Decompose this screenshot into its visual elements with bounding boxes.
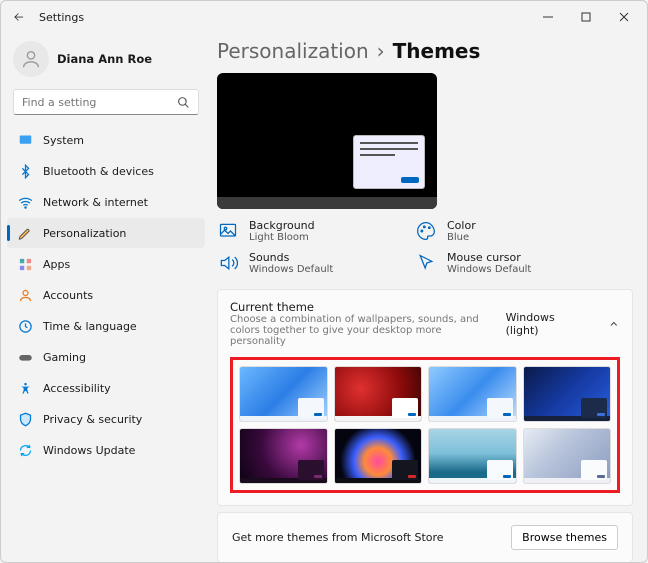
prop-background[interactable]: BackgroundLight Bloom [217, 219, 399, 243]
prop-label: Background [249, 219, 315, 232]
nav-update[interactable]: Windows Update [7, 435, 205, 465]
current-theme-header[interactable]: Current theme Choose a combination of wa… [218, 290, 632, 357]
current-theme-value: Windows (light) [506, 311, 589, 337]
nav-label: System [43, 134, 84, 147]
minimize-button[interactable] [529, 3, 567, 31]
nav-gaming[interactable]: Gaming [7, 342, 205, 372]
maximize-icon [581, 12, 591, 22]
bluetooth-icon [17, 163, 33, 179]
nav-label: Privacy & security [43, 413, 142, 426]
time-icon [17, 318, 33, 334]
minimize-icon [543, 12, 553, 22]
nav: System Bluetooth & devices Network & int… [7, 125, 205, 465]
accounts-icon [17, 287, 33, 303]
system-icon [17, 132, 33, 148]
breadcrumb-current: Themes [393, 39, 481, 63]
nav-label: Network & internet [43, 196, 148, 209]
nav-network[interactable]: Network & internet [7, 187, 205, 217]
nav-label: Apps [43, 258, 70, 271]
settings-window: Settings Diana Ann Roe [0, 0, 648, 563]
prop-value: Blue [447, 232, 476, 243]
prop-value: Windows Default [447, 264, 531, 275]
personalization-icon [17, 225, 33, 241]
gaming-icon [17, 349, 33, 365]
prop-value: Windows Default [249, 264, 333, 275]
nav-label: Windows Update [43, 444, 135, 457]
chevron-up-icon [608, 318, 620, 330]
arrow-left-icon [12, 10, 26, 24]
nav-label: Personalization [43, 227, 126, 240]
current-theme-card: Current theme Choose a combination of wa… [217, 289, 633, 506]
search-icon [177, 96, 190, 109]
browse-themes-button[interactable]: Browse themes [511, 525, 618, 550]
main: Personalization › Themes BackgroundLight… [211, 33, 647, 562]
profile-name: Diana Ann Roe [57, 52, 152, 66]
image-icon [217, 220, 239, 242]
breadcrumb: Personalization › Themes [217, 39, 633, 63]
themes-grid [230, 357, 620, 493]
sound-icon [217, 252, 239, 274]
preview-taskbar [217, 197, 437, 209]
nav-label: Bluetooth & devices [43, 165, 154, 178]
person-icon [20, 48, 42, 70]
window-controls [529, 3, 643, 31]
breadcrumb-sep: › [377, 39, 385, 63]
prop-sounds[interactable]: SoundsWindows Default [217, 251, 399, 275]
window-title: Settings [39, 11, 529, 24]
nav-personalization[interactable]: Personalization [7, 218, 205, 248]
theme-tile[interactable] [334, 428, 423, 484]
close-button[interactable] [605, 3, 643, 31]
close-icon [619, 12, 629, 22]
nav-privacy[interactable]: Privacy & security [7, 404, 205, 434]
theme-tile[interactable] [428, 366, 517, 422]
preview-window [353, 135, 425, 189]
theme-tile[interactable] [428, 428, 517, 484]
nav-label: Accounts [43, 289, 93, 302]
back-button[interactable] [5, 3, 33, 31]
store-row: Get more themes from Microsoft Store Bro… [218, 513, 632, 562]
store-text: Get more themes from Microsoft Store [232, 531, 444, 544]
theme-tile[interactable] [334, 366, 423, 422]
theme-properties: BackgroundLight Bloom ColorBlue SoundsWi… [217, 219, 597, 275]
theme-preview [217, 73, 437, 209]
prop-color[interactable]: ColorBlue [415, 219, 597, 243]
maximize-button[interactable] [567, 3, 605, 31]
prop-label: Mouse cursor [447, 251, 531, 264]
nav-accounts[interactable]: Accounts [7, 280, 205, 310]
nav-bluetooth[interactable]: Bluetooth & devices [7, 156, 205, 186]
network-icon [17, 194, 33, 210]
breadcrumb-parent[interactable]: Personalization [217, 39, 369, 63]
sidebar: Diana Ann Roe System Bluetooth & devices [1, 33, 211, 562]
card-title: Current theme [230, 300, 482, 314]
card-desc: Choose a combination of wallpapers, soun… [230, 314, 482, 347]
nav-system[interactable]: System [7, 125, 205, 155]
cursor-icon [415, 252, 437, 274]
content: Diana Ann Roe System Bluetooth & devices [1, 33, 647, 562]
prop-cursor[interactable]: Mouse cursorWindows Default [415, 251, 597, 275]
apps-icon [17, 256, 33, 272]
prop-label: Sounds [249, 251, 333, 264]
theme-tile[interactable] [523, 366, 612, 422]
theme-tile[interactable] [523, 428, 612, 484]
theme-tile[interactable] [239, 366, 328, 422]
avatar [13, 41, 49, 77]
profile[interactable]: Diana Ann Roe [7, 33, 205, 89]
prop-value: Light Bloom [249, 232, 315, 243]
palette-icon [415, 220, 437, 242]
store-card: Get more themes from Microsoft Store Bro… [217, 512, 633, 562]
search-input[interactable] [22, 96, 177, 109]
nav-accessibility[interactable]: Accessibility [7, 373, 205, 403]
update-icon [17, 442, 33, 458]
accessibility-icon [17, 380, 33, 396]
nav-label: Time & language [43, 320, 137, 333]
nav-label: Accessibility [43, 382, 111, 395]
nav-time[interactable]: Time & language [7, 311, 205, 341]
titlebar: Settings [1, 1, 647, 33]
prop-label: Color [447, 219, 476, 232]
nav-label: Gaming [43, 351, 86, 364]
privacy-icon [17, 411, 33, 427]
theme-tile[interactable] [239, 428, 328, 484]
nav-apps[interactable]: Apps [7, 249, 205, 279]
search-box[interactable] [13, 89, 199, 115]
